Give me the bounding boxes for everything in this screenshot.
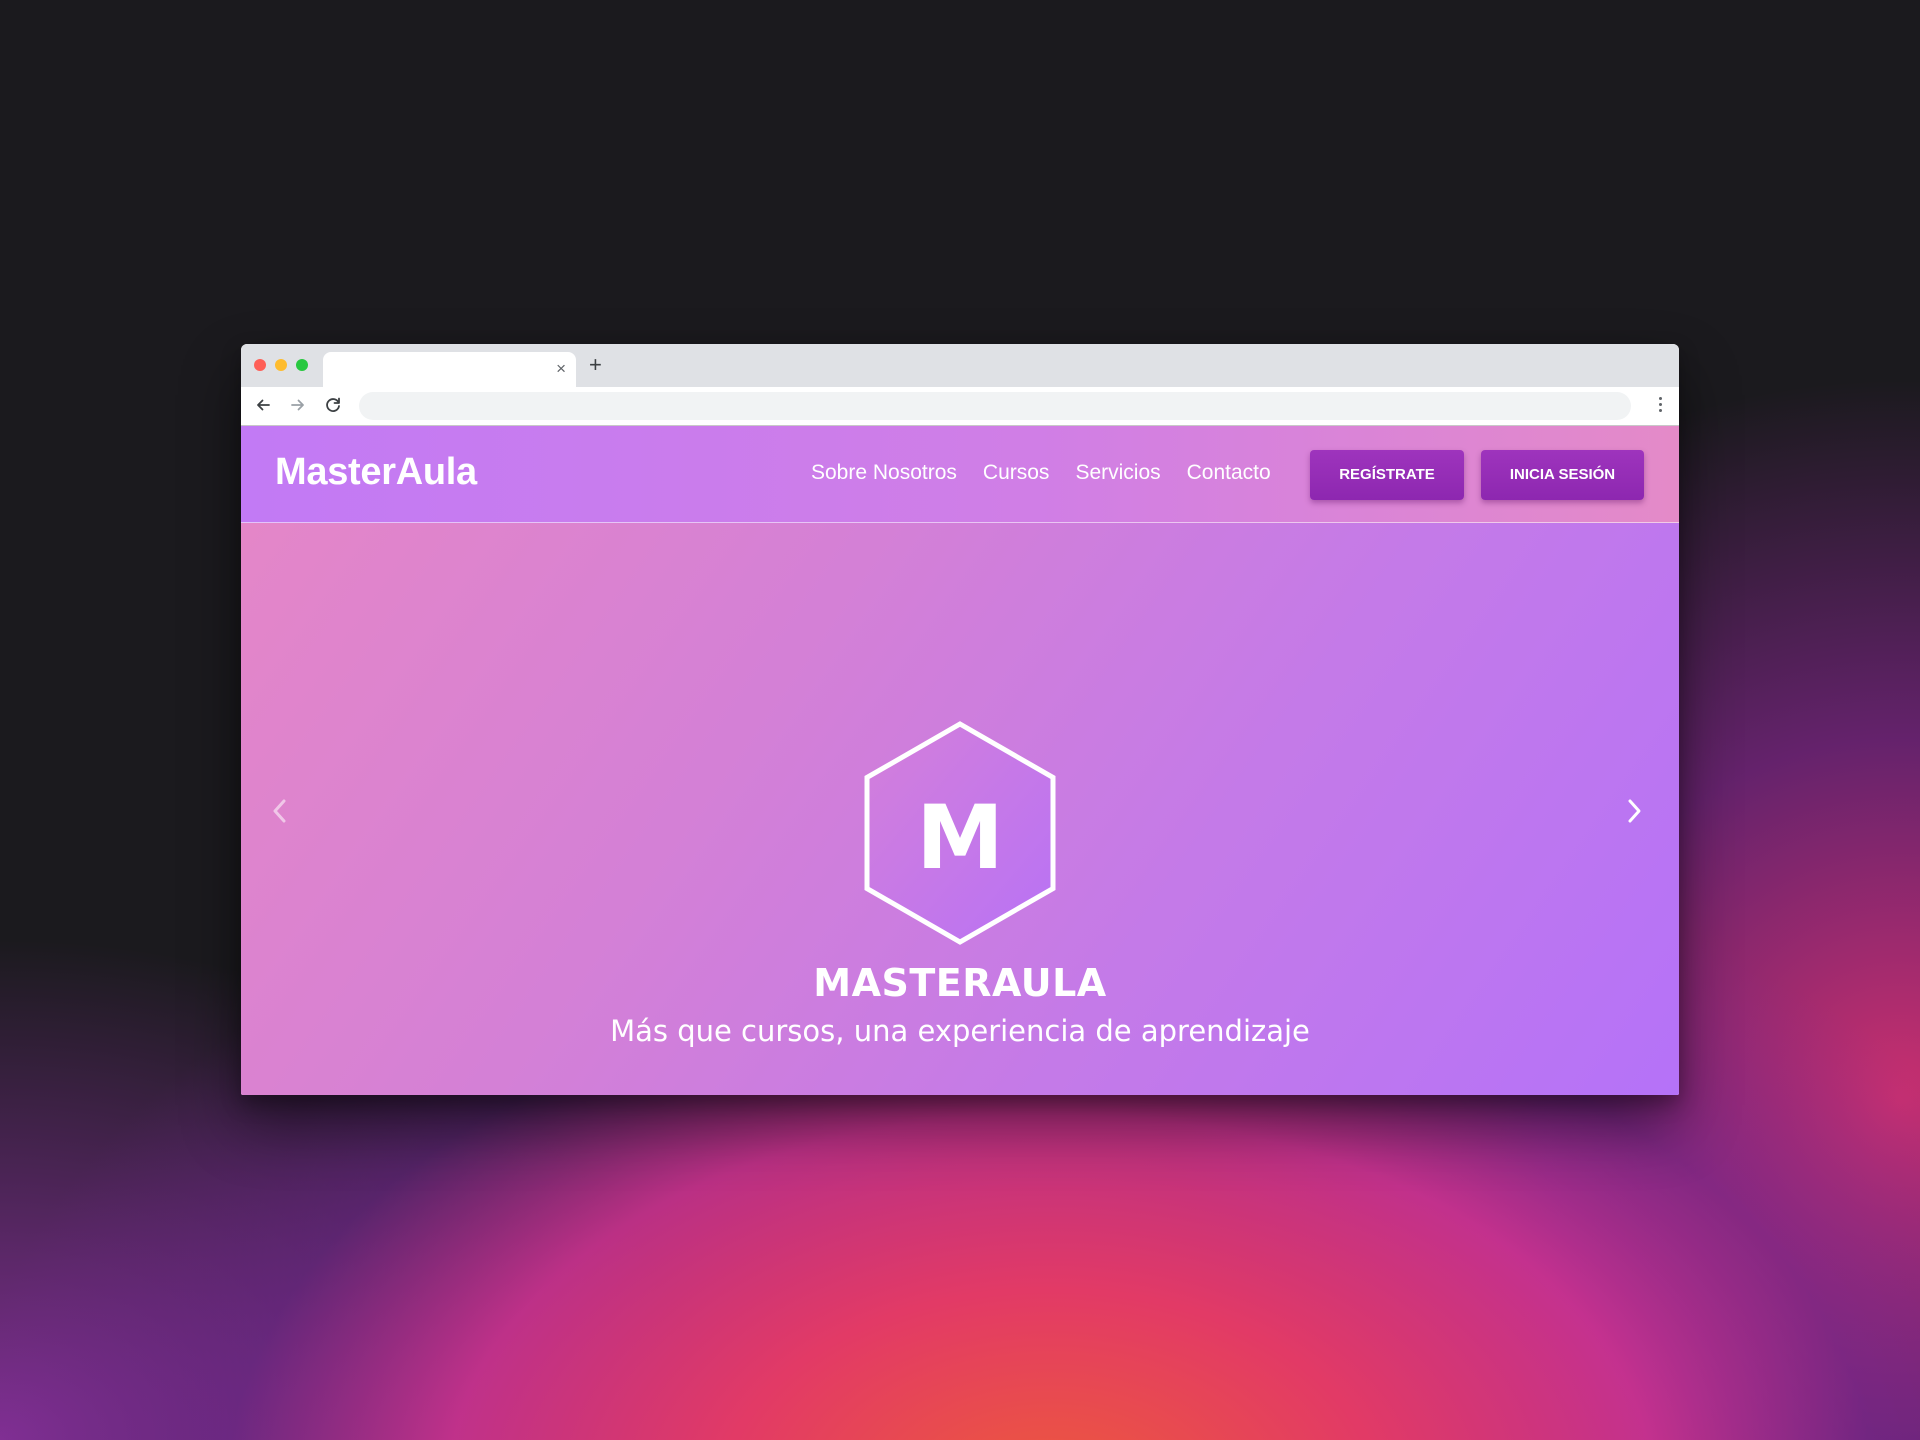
main-nav: Sobre Nosotros Cursos Servicios Contacto <box>811 461 1297 485</box>
nav-link-servicios[interactable]: Servicios <box>1075 461 1160 485</box>
nav-link-cursos[interactable]: Cursos <box>983 461 1050 485</box>
register-button[interactable]: REGÍSTRATE <box>1310 450 1464 500</box>
carousel-next-button[interactable] <box>1619 791 1649 831</box>
chevron-left-icon <box>273 799 286 823</box>
reload-button[interactable] <box>322 394 344 416</box>
logo-letter: M <box>916 786 1004 889</box>
hero-title: MASTERAULA <box>813 961 1107 1005</box>
close-tab-icon[interactable]: × <box>556 360 566 378</box>
minimize-window-button[interactable] <box>275 359 287 371</box>
address-bar[interactable] <box>359 392 1631 420</box>
site-header: MasterAula Sobre Nosotros Cursos Servici… <box>241 426 1679 523</box>
nav-link-contacto[interactable]: Contacto <box>1187 461 1271 485</box>
masteraula-hexagon-logo: M <box>864 721 1056 945</box>
login-button[interactable]: INICIA SESIÓN <box>1481 450 1644 500</box>
reload-icon <box>326 397 340 412</box>
tab-bar: × + <box>241 344 1679 387</box>
browser-tab[interactable]: × <box>323 352 576 387</box>
browser-window: × + MasterAula Sobre Nosotros Cursos Ser… <box>241 344 1679 1095</box>
new-tab-button[interactable]: + <box>589 354 602 376</box>
hero-subtitle: Más que cursos, una experiencia de apren… <box>610 1014 1310 1048</box>
carousel-prev-button[interactable] <box>265 791 295 831</box>
maximize-window-button[interactable] <box>296 359 308 371</box>
chevron-right-icon <box>1628 799 1641 823</box>
arrow-right-icon <box>291 399 304 411</box>
site-logo[interactable]: MasterAula <box>275 451 477 494</box>
arrow-left-icon <box>257 399 270 411</box>
close-window-button[interactable] <box>254 359 266 371</box>
back-button[interactable] <box>252 394 274 416</box>
forward-button[interactable] <box>287 394 309 416</box>
nav-link-sobre-nosotros[interactable]: Sobre Nosotros <box>811 461 957 485</box>
browser-toolbar <box>241 387 1679 426</box>
hero-carousel: M MASTERAULA Más que cursos, una experie… <box>241 523 1679 1095</box>
browser-menu-icon[interactable] <box>1659 397 1663 415</box>
web-page: MasterAula Sobre Nosotros Cursos Servici… <box>241 426 1679 1095</box>
